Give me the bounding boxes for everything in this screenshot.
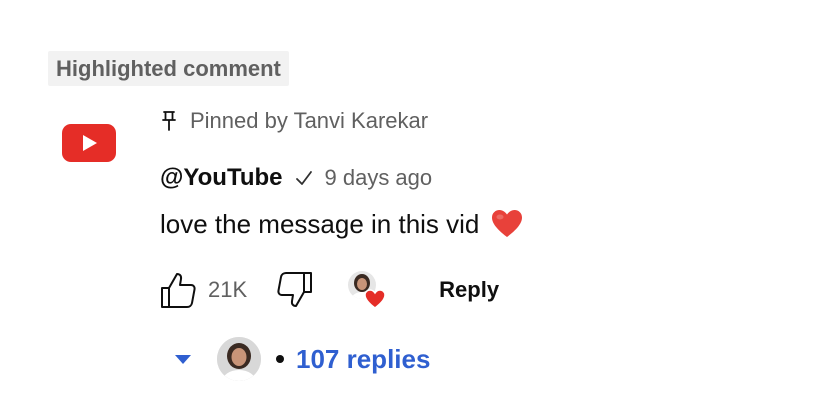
comment-timestamp[interactable]: 9 days ago <box>325 165 433 191</box>
thumbs-up-icon <box>161 273 196 308</box>
channel-avatar[interactable] <box>62 124 116 162</box>
comment-text: love the message in this vid <box>160 204 523 244</box>
replier-avatar <box>216 336 262 382</box>
avatar-image-icon <box>217 337 261 381</box>
pin-icon <box>162 111 176 131</box>
separator-dot <box>276 355 284 363</box>
comment-message: love the message in this vid <box>160 208 480 239</box>
youtube-logo-icon <box>62 124 116 162</box>
red-heart-emoji-icon <box>492 210 523 237</box>
chevron-down-icon <box>175 355 191 364</box>
creator-heart-icon <box>348 271 386 309</box>
thumbs-down-icon <box>277 272 313 307</box>
dislike-button[interactable] <box>277 270 313 310</box>
comment-actions: 21K Reply <box>160 268 499 312</box>
creator-heart-badge <box>347 270 387 310</box>
checkmark-icon <box>295 171 312 185</box>
replies-count[interactable]: 107 replies <box>296 344 430 375</box>
comment-header: @YouTube 9 days ago <box>160 160 432 196</box>
like-count: 21K <box>208 277 248 302</box>
like-button[interactable] <box>160 270 196 310</box>
author-name[interactable]: @YouTube <box>160 164 283 192</box>
pinned-label: Pinned by Tanvi Karekar <box>190 108 429 133</box>
comment-thread: Highlighted comment Pinned by Tanvi Kare… <box>0 0 824 406</box>
reply-button[interactable]: Reply <box>439 270 499 310</box>
pinned-indicator: Pinned by Tanvi Karekar <box>160 104 428 138</box>
view-replies-toggle[interactable]: 107 replies <box>172 334 430 384</box>
highlighted-comment-badge: Highlighted comment <box>48 51 289 86</box>
